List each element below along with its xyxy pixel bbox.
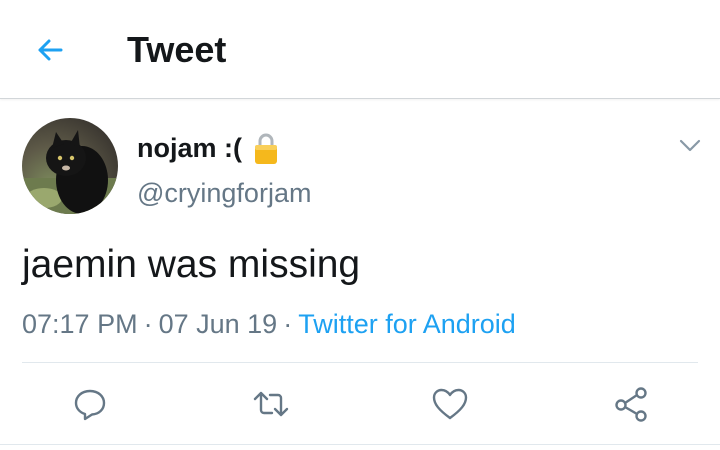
page-title: Tweet — [127, 29, 227, 70]
reply-icon — [74, 389, 106, 421]
meta-separator: · — [283, 309, 293, 339]
tweet-date: 07 Jun 19 — [158, 309, 278, 339]
chevron-down-icon[interactable] — [679, 136, 701, 154]
author-name-row[interactable]: nojam :( — [137, 130, 278, 166]
lock-icon — [255, 133, 277, 164]
meta-separator: · — [143, 309, 153, 339]
divider — [0, 444, 720, 445]
arrow-left-icon — [38, 39, 63, 61]
tweet-text: jaemin was missing — [22, 243, 361, 286]
back-button[interactable] — [30, 30, 70, 70]
share-button[interactable] — [609, 382, 653, 426]
divider — [22, 362, 698, 363]
tweet-source-link[interactable]: Twitter for Android — [298, 309, 516, 339]
retweet-button[interactable] — [249, 382, 293, 426]
tweet-time: 07:17 PM — [22, 309, 138, 339]
app-header: Tweet — [0, 0, 720, 99]
tweet-metadata: 07:17 PM · 07 Jun 19 · Twitter for Android — [22, 306, 516, 342]
heart-icon — [432, 388, 468, 420]
display-name[interactable]: nojam :( — [137, 132, 242, 164]
share-icon — [615, 387, 647, 422]
like-button[interactable] — [428, 382, 472, 426]
retweet-icon — [253, 391, 289, 417]
reply-button[interactable] — [68, 382, 112, 426]
author-handle[interactable]: @cryingforjam — [137, 176, 311, 210]
avatar[interactable] — [22, 118, 118, 214]
